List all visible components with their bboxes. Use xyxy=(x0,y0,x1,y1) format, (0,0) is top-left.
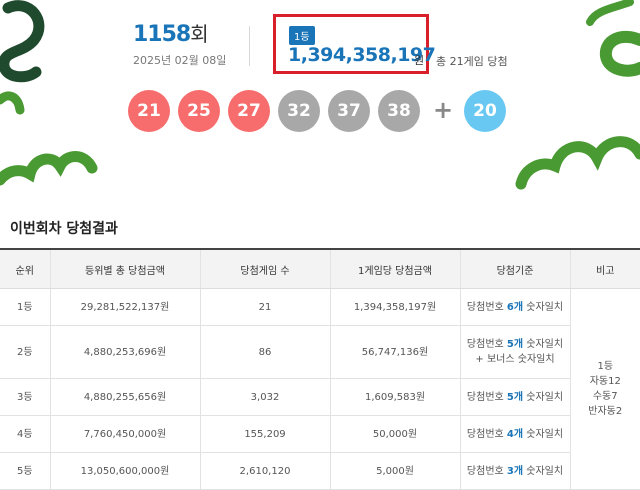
total-prize-cell: 4,880,255,656원 xyxy=(49,378,200,416)
rank-cell: 1등 xyxy=(0,288,50,326)
criteria-cell: 당첨번호 5개 숫자일치 xyxy=(459,378,570,416)
rank-cell: 3등 xyxy=(0,378,50,416)
header-total-prize: 등위별 총 당첨금액 xyxy=(49,249,200,289)
rank-cell: 5등 xyxy=(0,452,50,490)
winning-ball-1: 21 xyxy=(128,90,170,132)
total-prize-cell: 29,281,522,137원 xyxy=(49,288,200,326)
header-winning-games: 당첨게임 수 xyxy=(199,249,330,289)
criteria-count: 3개 xyxy=(506,465,524,477)
table-row: 5등 13,050,600,000원 2,610,120 5,000원 당첨번호… xyxy=(0,452,640,490)
winning-ball-6: 38 xyxy=(378,90,420,132)
table-row: 2등 4,880,253,696원 86 56,747,136원 당첨번호 5개… xyxy=(0,325,640,379)
section-title: 이번회차 당첨결과 xyxy=(10,221,118,237)
criteria-cell: 당첨번호 4개 숫자일치 xyxy=(459,415,570,453)
per-game-prize-cell: 1,609,583원 xyxy=(329,378,460,416)
note-cell: 1등 자동12 수동7 반자동2 xyxy=(569,288,640,490)
total-prize-cell: 13,050,600,000원 xyxy=(49,452,200,490)
first-prize-unit: 원 xyxy=(414,54,425,67)
decor-right-cloud xyxy=(515,136,640,190)
criteria-cell: 당첨번호 6개 숫자일치 xyxy=(459,288,570,326)
winning-games-cell: 21 xyxy=(199,288,330,326)
note-line: 자동12 xyxy=(589,376,621,387)
criteria-text: 당첨번호 xyxy=(466,465,507,477)
header-divider xyxy=(249,26,250,66)
draw-number-value: 1158 xyxy=(133,22,191,47)
criteria-text: 당첨번호 xyxy=(466,391,507,403)
per-game-prize-cell: 5,000원 xyxy=(329,452,460,490)
table-row: 4등 7,760,450,000원 155,209 50,000원 당첨번호 4… xyxy=(0,415,640,453)
rank-cell: 2등 xyxy=(0,325,50,379)
criteria-text: 숫자일치 xyxy=(523,428,564,440)
winning-games-cell: 86 xyxy=(199,325,330,379)
decor-right-swirl xyxy=(586,0,640,77)
draw-number-suffix: 회 xyxy=(190,22,208,46)
criteria-text: 숫자일치 xyxy=(523,339,564,350)
winning-games-cell: 2,610,120 xyxy=(199,452,330,490)
header-rank: 순위 xyxy=(0,249,50,289)
per-game-prize-cell: 56,747,136원 xyxy=(329,325,460,379)
per-game-prize-cell: 50,000원 xyxy=(329,415,460,453)
plus-icon: + xyxy=(433,96,454,124)
table-row: 3등 4,880,255,656원 3,032 1,609,583원 당첨번호 … xyxy=(0,378,640,416)
winning-ball-5: 37 xyxy=(328,90,370,132)
decor-left-swirl xyxy=(0,0,45,115)
criteria-text: 당첨번호 xyxy=(466,301,507,313)
criteria-text: 숫자일치 xyxy=(523,465,564,477)
draw-number: 1158회 xyxy=(133,18,209,47)
note-line: 수동7 xyxy=(592,391,618,402)
winning-ball-4: 32 xyxy=(278,90,320,132)
criteria-text: 숫자일치 xyxy=(523,301,564,313)
winning-games-cell: 155,209 xyxy=(199,415,330,453)
note-line: 1등 xyxy=(597,361,614,372)
bonus-ball: 20 xyxy=(464,90,506,132)
winning-ball-3: 27 xyxy=(228,90,270,132)
criteria-count: 5개 xyxy=(506,339,524,350)
first-prize-rank-badge: 1등 xyxy=(289,26,315,45)
criteria-bonus-text: + 보너스 숫자일치 xyxy=(475,354,555,365)
criteria-count: 5개 xyxy=(506,391,524,403)
winning-games-cell: 3,032 xyxy=(199,378,330,416)
note-line: 반자동2 xyxy=(588,406,623,417)
criteria-count: 6개 xyxy=(506,301,524,313)
header-per-game-prize: 1게임당 당첨금액 xyxy=(329,249,460,289)
criteria-text: 당첨번호 xyxy=(466,339,507,350)
header-note: 비고 xyxy=(569,249,640,289)
first-prize-games: 총 21게임 당첨 xyxy=(436,55,508,68)
total-prize-cell: 7,760,450,000원 xyxy=(49,415,200,453)
total-prize-cell: 4,880,253,696원 xyxy=(49,325,200,379)
table-header-row: 순위 등위별 총 당첨금액 당첨게임 수 1게임당 당첨금액 당첨기준 비고 xyxy=(0,249,640,289)
criteria-count: 4개 xyxy=(506,428,524,440)
winning-ball-2: 25 xyxy=(178,90,220,132)
draw-date: 2025년 02월 08일 xyxy=(133,54,227,67)
criteria-cell: 당첨번호 3개 숫자일치 xyxy=(459,452,570,490)
decor-left-cloud xyxy=(0,151,98,186)
per-game-prize-cell: 1,394,358,197원 xyxy=(329,288,460,326)
results-table: 순위 등위별 총 당첨금액 당첨게임 수 1게임당 당첨금액 당첨기준 비고 1… xyxy=(0,248,640,490)
criteria-text: 당첨번호 xyxy=(466,428,507,440)
criteria-cell: 당첨번호 5개 숫자일치 + 보너스 숫자일치 xyxy=(459,325,570,379)
table-row: 1등 29,281,522,137원 21 1,394,358,197원 당첨번… xyxy=(0,288,640,490)
header-criteria: 당첨기준 xyxy=(459,249,570,289)
rank-cell: 4등 xyxy=(0,415,50,453)
criteria-text: 숫자일치 xyxy=(523,391,564,403)
